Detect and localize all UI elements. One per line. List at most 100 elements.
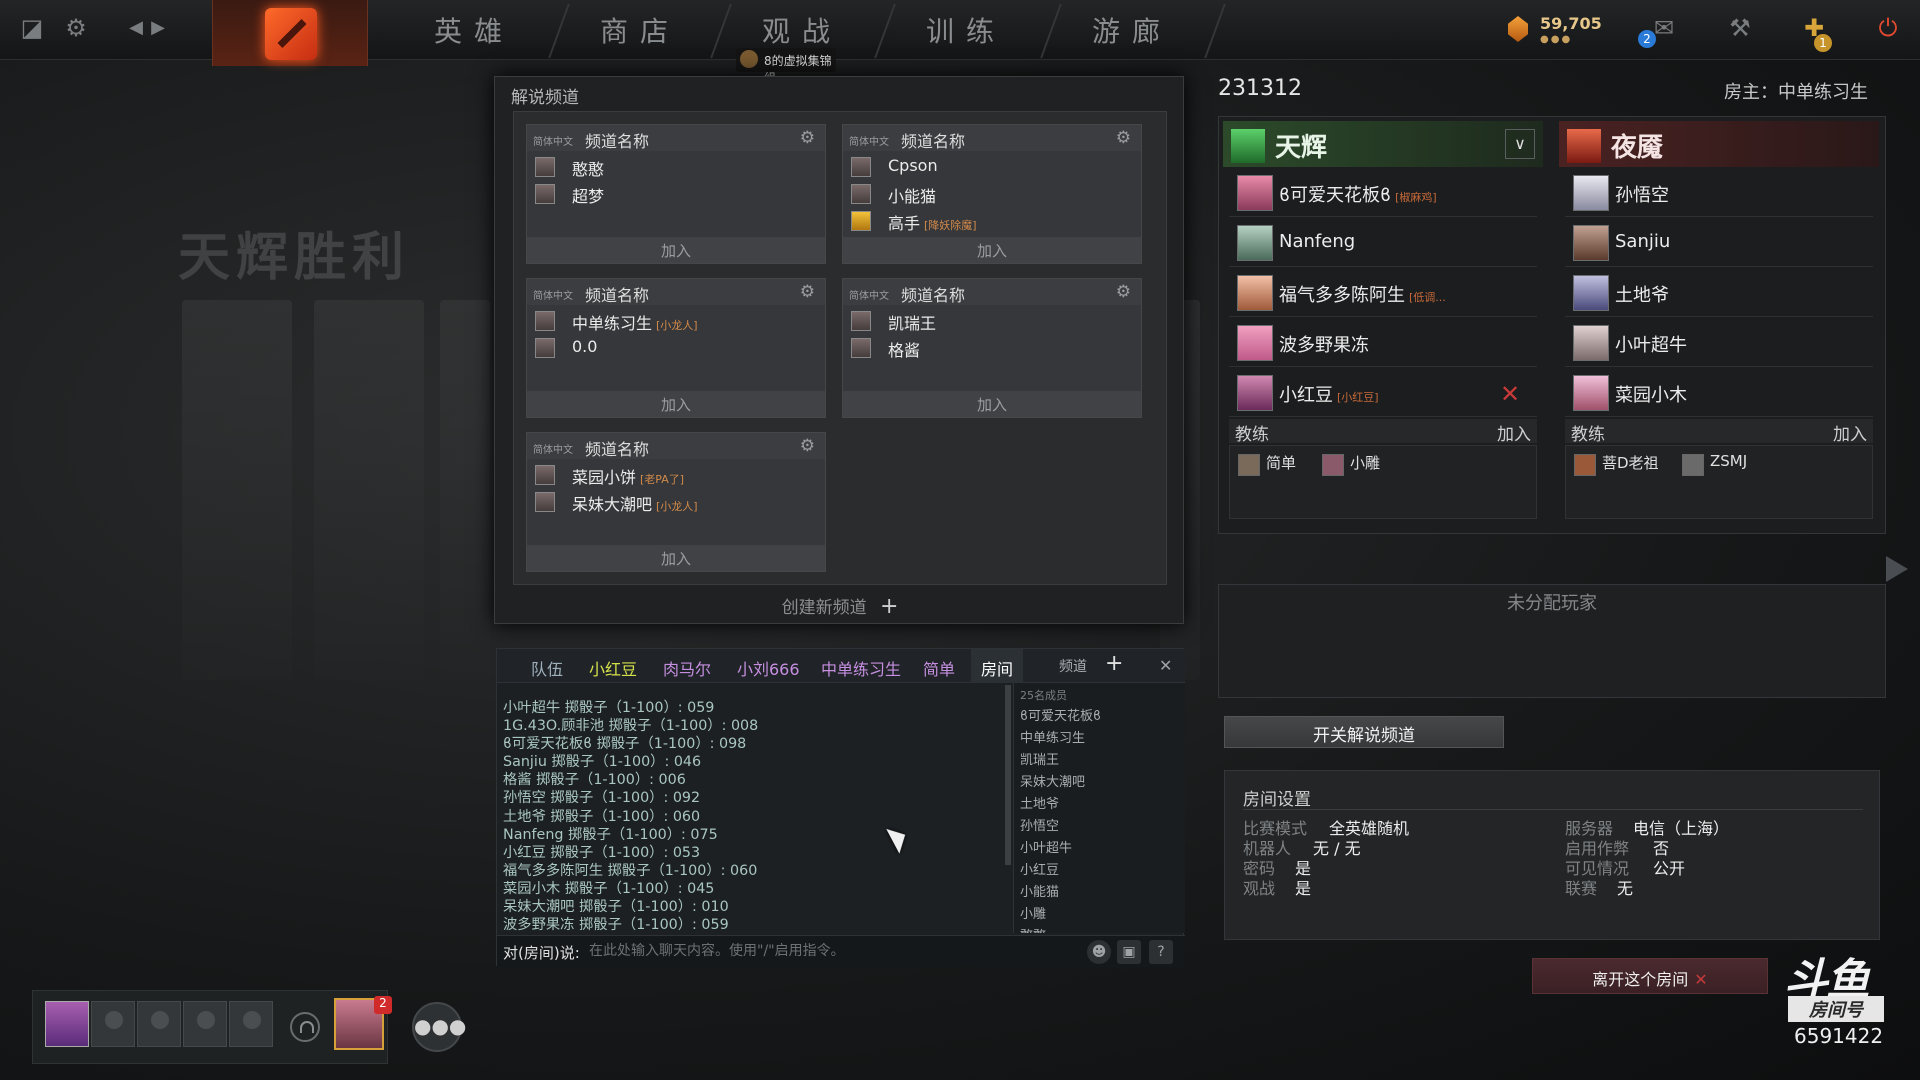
setting-value: 无 [1617,879,1634,898]
join-channel-button[interactable]: 加入 [527,545,825,571]
chat-tab-team[interactable]: 队伍 [531,656,563,680]
chevron-down-icon[interactable]: ∨ [1505,129,1535,159]
add-channel-button[interactable]: + [1105,651,1123,676]
power-icon[interactable]: ⏻ [1874,14,1902,42]
member-item[interactable]: ϐ可爱天花板ϐ [1020,705,1101,724]
party-slot[interactable] [137,1001,181,1047]
panel-title: 解说频道 [511,88,579,108]
avatar [851,184,871,204]
member-item[interactable]: 小能猫 [1020,881,1059,900]
player-slot[interactable]: 菜园小木 [1565,369,1873,417]
gear-icon[interactable]: ⚙ [1116,282,1131,302]
screenshot-icon[interactable]: ▣ [1117,940,1141,964]
chat-message: 小叶超牛 掷骰子（1-100）: 059 [503,700,715,716]
chat-tab-user[interactable]: 肉马尔 [663,656,711,680]
player-slot[interactable]: 小红豆 [小红豆] [1229,369,1537,417]
setting-value: 无 / 无 [1313,839,1361,858]
player-slot[interactable]: 福气多多陈阿生 [低调... [1229,269,1537,317]
chat-tab-user[interactable]: 中单练习生 [821,656,901,680]
room-number-label: 房间号 [1788,996,1884,1022]
player-slot[interactable]: 波多野果冻 [1229,319,1537,367]
player-slot[interactable]: 土地爷 [1565,269,1873,317]
chat-tab-user[interactable]: 小红豆 [589,656,637,680]
create-channel-button[interactable]: 创建新频道 + [495,593,1185,619]
tab-learn[interactable]: 训练 [926,10,1006,50]
tab-heroes[interactable]: 英雄 [434,10,514,50]
join-coach-button[interactable]: 加入 [1497,420,1531,445]
avatar [851,311,871,331]
player-slot[interactable]: Nanfeng [1229,219,1537,267]
coach-entry[interactable]: ZSMJ [1678,452,1747,476]
gear-icon[interactable]: ⚙ [800,436,815,456]
settings-title: 房间设置 [1243,790,1311,810]
social-menu-icon[interactable]: ●●● [412,1002,466,1052]
voice-chat-icon[interactable] [290,1012,320,1042]
gear-icon[interactable]: ⚙ [1116,128,1131,148]
channel-member: 高手 [降妖除魔] [843,207,1141,234]
expand-arrow-icon[interactable] [1886,556,1908,582]
chat-tab-user[interactable]: 简单 [923,656,955,680]
player-slot[interactable]: 孙悟空 [1565,169,1873,217]
avatar [1238,454,1260,476]
member-item[interactable]: 土地爷 [1020,793,1059,812]
close-icon[interactable]: ✕ [1159,656,1172,675]
spectate-badge[interactable]: 8的虚拟集锦组 [736,48,836,85]
member-item[interactable]: 小红豆 [1020,859,1059,878]
member-item[interactable]: 凯瑞王 [1020,749,1059,768]
coach-entry[interactable]: 小雕 [1318,452,1380,476]
party-slot[interactable] [91,1001,135,1047]
team-header[interactable]: 夜魇 [1559,121,1879,167]
chat-channel-label[interactable]: 频道 [1059,656,1087,676]
join-channel-button[interactable]: 加入 [843,391,1141,417]
avatar [1573,175,1609,211]
party-slot-self[interactable] [45,1001,89,1047]
emoji-icon[interactable]: ☻ [1087,940,1111,964]
gear-icon[interactable]: ⚙ [800,282,815,302]
player-slot[interactable]: ϐ可爱天花板ϐ [椒麻鸡] [1229,169,1537,217]
coach-row: 教练 加入 [1565,419,1873,445]
coach-entry[interactable]: 简单 [1234,452,1296,476]
help-icon[interactable]: ? [1149,940,1173,964]
dota-home-button[interactable] [212,0,368,66]
member-item[interactable]: 呆妹大潮吧 [1020,771,1085,790]
member-item[interactable]: 小叶超牛 [1020,837,1072,856]
join-coach-button[interactable]: 加入 [1833,420,1867,445]
victory-banner-text: 天辉胜利 [178,227,411,288]
chat-scrollbar[interactable] [1005,685,1011,865]
channel-name: 频道名称 [585,286,650,305]
member-item[interactable]: 小雕 [1020,903,1046,922]
channel-language: 简体中文 [849,137,889,148]
channel-card: 简体中文 频道名称 ⚙ Cpson 小能猫 高手 [降妖除魔] 加入 [842,124,1142,264]
currency-display[interactable]: 59,705 ●●● [1508,14,1608,48]
coach-entry[interactable]: 菩D老祖 [1570,452,1659,476]
member-item[interactable]: 孙悟空 [1020,815,1059,834]
party-slot[interactable] [183,1001,227,1047]
toggle-commentary-button[interactable]: 开关解说频道 [1224,716,1504,748]
chat-input[interactable] [589,940,1029,962]
join-channel-button[interactable]: 加入 [527,237,825,263]
chat-message: 1G.43O.顾非池 掷骰子（1-100）: 008 [503,718,759,735]
tab-arcade[interactable]: 游廊 [1092,10,1172,50]
channel-language: 简体中文 [533,137,573,148]
close-icon: ✕ [1694,970,1708,989]
join-channel-button[interactable]: 加入 [527,391,825,417]
member-item[interactable]: 中单练习生 [1020,727,1085,746]
join-channel-button[interactable]: 加入 [843,237,1141,263]
member-item[interactable]: 憨憨 [1020,925,1046,933]
tab-store[interactable]: 商店 [600,10,680,50]
dota-menu-icon[interactable]: ◪ [18,14,46,42]
player-slot[interactable]: Sanjiu [1565,219,1873,267]
tab-watch[interactable]: 观战 [762,10,842,50]
gear-icon[interactable]: ⚙ [62,14,90,42]
leave-room-button[interactable]: 离开这个房间 ✕ [1532,958,1768,994]
forward-arrow-icon[interactable]: ▶ [144,14,172,42]
chat-tab-room[interactable]: 房间 [971,649,1024,683]
gear-icon[interactable]: ⚙ [800,128,815,148]
party-slot[interactable] [229,1001,273,1047]
team-header[interactable]: 天辉 ∨ [1223,121,1543,167]
avatar [1573,225,1609,261]
player-slot[interactable]: 小叶超牛 [1565,319,1873,367]
kick-player-icon[interactable]: ✕ [1500,380,1520,408]
armory-icon[interactable]: ⚒ [1726,14,1754,42]
chat-tab-user[interactable]: 小刘666 [737,656,800,680]
